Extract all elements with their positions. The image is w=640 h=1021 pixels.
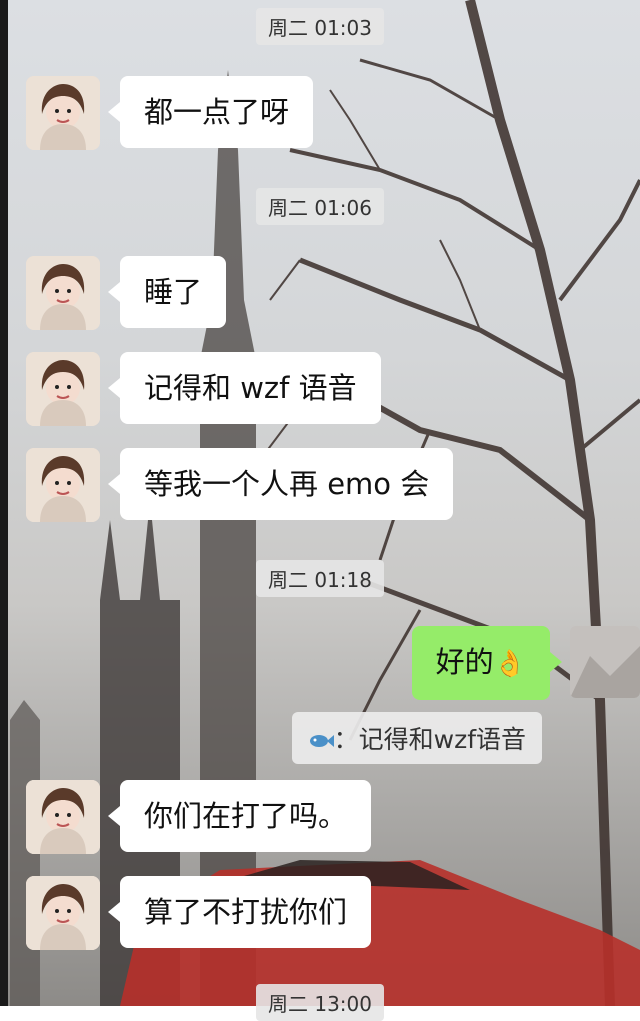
incoming-message-bubble[interactable]: 都一点了呀	[107, 76, 314, 148]
outgoing-message-bubble[interactable]: 好的👌	[411, 626, 563, 700]
contact-avatar[interactable]	[26, 76, 100, 150]
message-row: 算了不打扰你们	[26, 876, 372, 950]
message-row: 睡了	[26, 256, 227, 330]
timestamp: 周二 01:06	[256, 188, 384, 225]
incoming-message-bubble[interactable]: 记得和 wzf 语音	[108, 352, 381, 424]
fish-icon	[308, 725, 334, 754]
incoming-message-bubble[interactable]: 等我一个人再 emo 会	[107, 448, 454, 520]
incoming-message-bubble[interactable]: 算了不打扰你们	[107, 876, 372, 948]
message-row: 记得和 wzf 语音	[26, 352, 381, 426]
window-edge	[0, 0, 8, 1006]
my-avatar[interactable]	[570, 626, 640, 698]
contact-avatar[interactable]	[26, 256, 100, 330]
contact-avatar[interactable]	[26, 448, 100, 522]
quoted-message[interactable]: ：记得和wzf语音	[291, 712, 542, 764]
contact-avatar[interactable]	[26, 780, 100, 854]
contact-avatar[interactable]	[26, 876, 100, 950]
timestamp: 周二 01:18	[256, 560, 384, 597]
timestamp: 周二 13:00	[256, 984, 384, 1021]
message-text: 好的	[435, 645, 494, 679]
incoming-message-bubble[interactable]: 你们在打了吗。	[107, 780, 372, 852]
timestamp: 周二 01:03	[256, 8, 384, 45]
contact-avatar[interactable]	[26, 352, 100, 426]
message-row: 好的👌	[411, 626, 640, 700]
message-row: 等我一个人再 emo 会	[26, 448, 454, 522]
incoming-message-bubble[interactable]: 睡了	[107, 256, 227, 328]
ok-hand-emoji: 👌	[493, 649, 526, 679]
quoted-text: ：记得和wzf语音	[333, 725, 526, 754]
message-row: 都一点了呀	[26, 76, 314, 150]
message-row: 你们在打了吗。	[26, 780, 372, 854]
